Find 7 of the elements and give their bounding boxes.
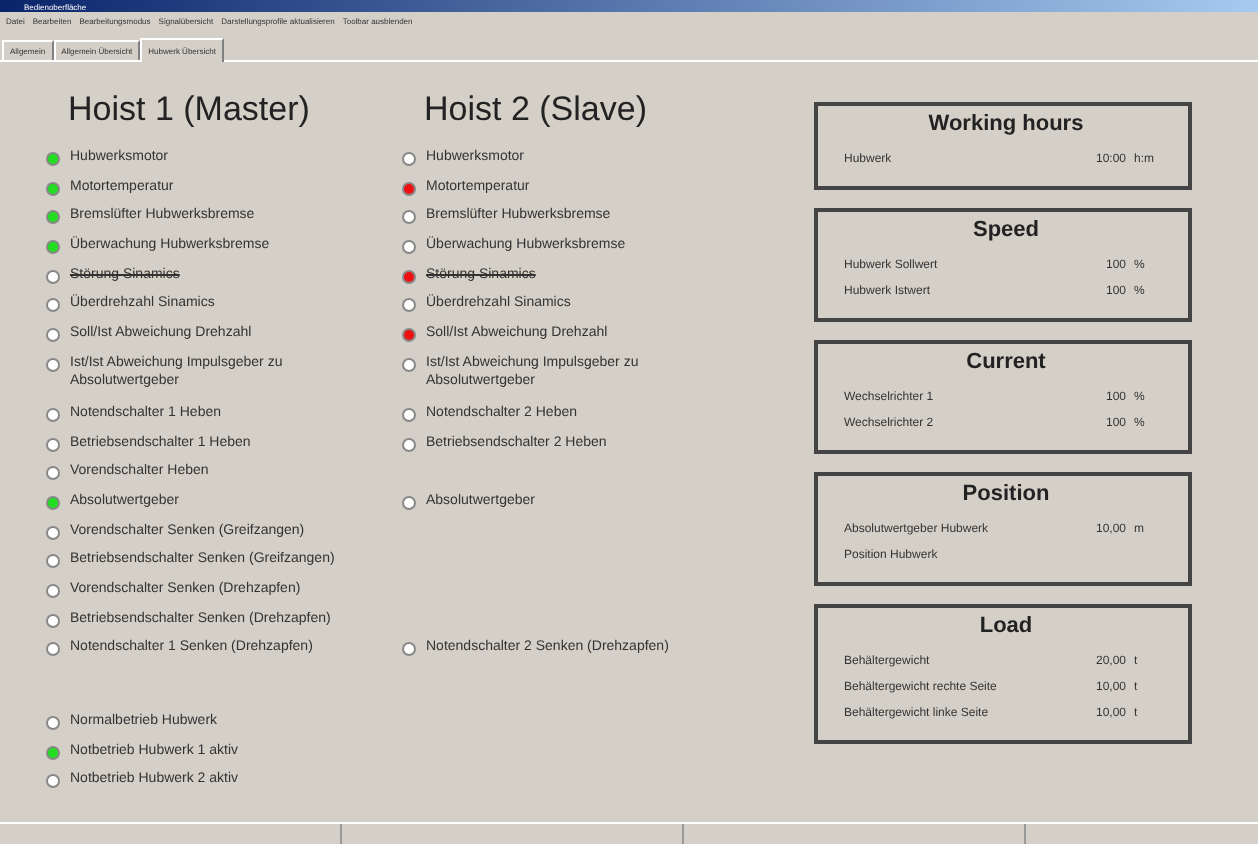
panel-title: Position	[960, 480, 1052, 510]
panel-title: Speed	[970, 216, 1041, 246]
panel-title: Working hours	[926, 110, 1086, 140]
hoist-heading: Hoist 2 (Slave)	[422, 88, 649, 132]
panel-title: Load	[977, 612, 1035, 642]
panel-title: Current	[964, 348, 1048, 378]
hoist-heading: Hoist 1 (Master)	[66, 88, 312, 132]
